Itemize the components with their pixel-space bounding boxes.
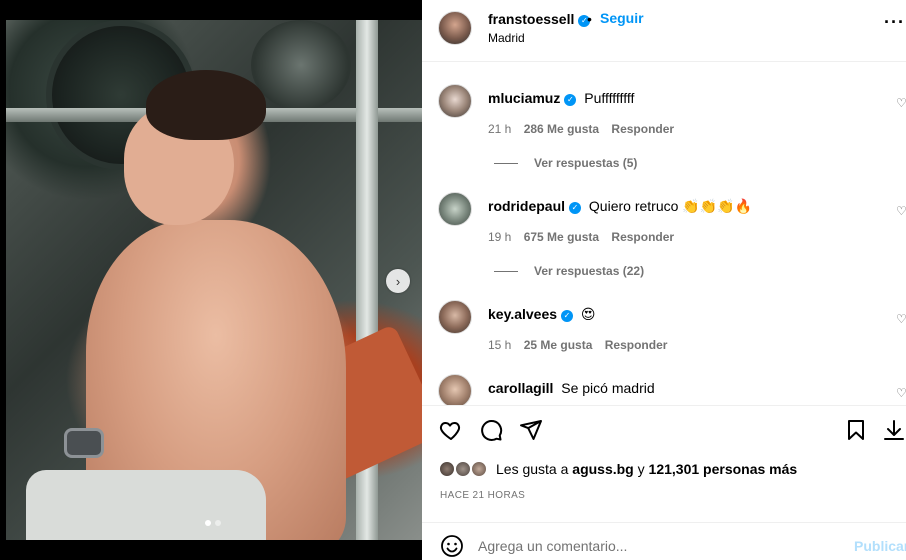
carousel-indicator [205,520,221,526]
comment-likes[interactable]: 25 Me gusta [524,338,593,352]
emoji-icon[interactable] [440,534,464,558]
commenter-avatar[interactable] [438,374,472,405]
comment-likes[interactable]: 675 Me gusta [524,230,599,244]
likes-count[interactable]: 121,301 personas más [649,461,798,477]
liker-username[interactable]: aguss.bg [572,461,633,477]
comment-username[interactable]: carollagill [488,380,553,396]
download-icon[interactable] [882,418,906,442]
comments-list[interactable]: mluciamuz ✓ Pufffffffff 21 h 286 Me gusta… [422,63,906,405]
post-header: franstoessell ✓ • Seguir Madrid ··· [422,0,906,62]
comment-meta: 19 h 675 Me gusta Responder [488,230,683,244]
comment-like-heart-icon[interactable]: ♡ [896,204,906,218]
view-replies-button[interactable]: Ver respuestas (22) [494,264,644,278]
share-icon[interactable] [519,418,543,442]
comment-time[interactable]: 15 h [488,338,511,352]
comment-username[interactable]: mluciamuz [488,90,560,106]
carousel-dot [215,520,221,526]
publish-button[interactable]: Publicar [854,538,906,554]
verified-badge-icon: ✓ [564,93,577,106]
post-timestamp[interactable]: HACE 21 HORAS [440,490,525,501]
comment-like-heart-icon[interactable]: ♡ [896,386,906,400]
comment-like-heart-icon[interactable]: ♡ [896,96,906,110]
comment-text: Pufffffffff [584,90,635,106]
comment-text: Quiero retruco 👏👏👏🔥 [588,198,753,214]
likes-prefix: Les gusta a [496,461,569,477]
liker-avatars [438,460,496,478]
commenter-avatar[interactable] [438,300,472,334]
comment-text: 😍 [580,306,596,322]
more-options-icon[interactable]: ··· [884,12,905,33]
reply-button[interactable]: Responder [611,230,674,244]
comment-meta: 15 h 25 Me gusta Responder [488,338,676,352]
post-media: › [0,0,422,560]
comment-icon[interactable] [479,418,503,442]
commenter-avatar[interactable] [438,84,472,118]
post-actions: Les gusta a aguss.bg y 121,301 personas … [422,405,906,560]
comment-input[interactable] [478,533,838,559]
comment-time[interactable]: 19 h [488,230,511,244]
post-side-panel: franstoessell ✓ • Seguir Madrid ··· mluci… [422,0,906,560]
next-slide-button[interactable]: › [386,269,410,293]
heart-icon[interactable] [439,418,463,442]
post-location[interactable]: Madrid [488,31,525,45]
carousel-dot [205,520,211,526]
comment-username[interactable]: key.alvees [488,306,557,322]
reply-button[interactable]: Responder [611,122,674,136]
view-replies-button[interactable]: Ver respuestas (5) [494,156,637,170]
reply-button[interactable]: Responder [605,338,668,352]
add-comment-bar: Publicar [422,522,906,560]
comment-text: Se picó madrid [561,380,655,396]
likes-middle: y [637,461,645,477]
avatar [470,460,488,478]
comment-time[interactable]: 21 h [488,122,511,136]
owner-avatar[interactable] [438,11,472,45]
post-photo[interactable] [6,20,422,540]
verified-badge-icon: ✓ [561,309,574,322]
comment-likes[interactable]: 286 Me gusta [524,122,599,136]
commenter-avatar[interactable] [438,192,472,226]
comment-like-heart-icon[interactable]: ♡ [896,312,906,326]
bookmark-icon[interactable] [844,418,868,442]
verified-badge-icon: ✓ [569,201,582,214]
follow-button[interactable]: Seguir [600,10,644,26]
comment-meta: 21 h 286 Me gusta Responder [488,122,683,136]
separator-dot: • [587,11,592,27]
likes-summary[interactable]: Les gusta a aguss.bg y 121,301 personas … [438,458,797,480]
owner-username[interactable]: franstoessell ✓ [488,11,591,27]
comment-username[interactable]: rodridepaul [488,198,565,214]
